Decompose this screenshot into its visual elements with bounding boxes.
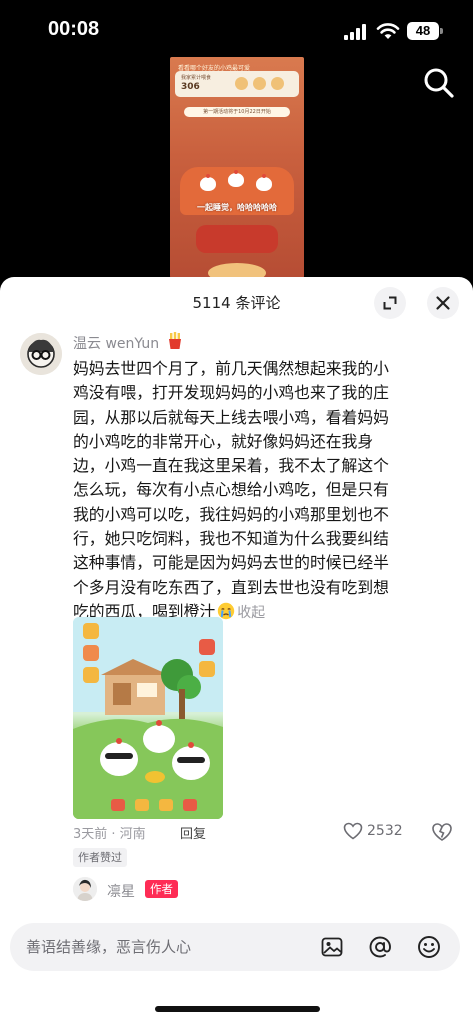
home-indicator[interactable] <box>155 1006 320 1012</box>
broken-heart-icon <box>432 823 452 841</box>
dislike-button[interactable] <box>431 822 453 844</box>
expand-icon <box>383 296 397 310</box>
sofa-illustration <box>196 225 278 253</box>
avatar-portrait-icon <box>20 333 62 375</box>
chick-icon <box>200 174 216 191</box>
status-time: 00:08 <box>48 18 100 40</box>
author-tag: 作者 <box>145 880 178 898</box>
comment-input[interactable] <box>26 923 306 971</box>
mention-icon[interactable] <box>368 935 392 959</box>
status-bar: 00:08 48 <box>0 0 473 60</box>
wifi-icon <box>376 23 400 39</box>
video-banner: 第一期活动将于10月22日开始 <box>184 107 290 117</box>
search-icon[interactable] <box>422 66 456 100</box>
comment-text-line: 这种事情，可能是因为妈妈去世的时候已经半 <box>73 553 389 573</box>
chick-icon <box>228 170 244 187</box>
comment-text: 妈妈去世四个月了，前几天偶然想起来我的小 鸡没有喂，打开发现妈妈的小鸡也来了我的… <box>73 357 457 625</box>
food-orb-icon <box>253 77 266 90</box>
battery-indicator: 48 <box>407 22 439 40</box>
emoji-icon[interactable] <box>417 935 441 959</box>
like-count: 2532 <box>367 823 403 839</box>
comment-username[interactable]: 温云 wenYun <box>73 333 159 353</box>
farm-game-screenshot <box>73 617 223 819</box>
cellular-signal-icon <box>344 24 366 40</box>
video-card-label: 我家累计喂食 <box>181 75 212 81</box>
comment-text-line: 我的小鸡可以吃，我往妈妈的小鸡那里划也不 <box>73 504 389 524</box>
battery-tip <box>440 28 443 34</box>
close-button[interactable] <box>427 287 459 319</box>
food-orb-icon <box>271 77 284 90</box>
chick-icon <box>256 174 272 191</box>
heart-icon <box>343 822 363 840</box>
table-illustration <box>208 263 266 278</box>
video-feed-card: 我家累计喂食 306 <box>175 71 299 97</box>
comment-text-line: 个多月没有吃东西了，直到去世也没有吃到想 <box>73 577 389 597</box>
video-card-value: 306 <box>181 82 200 92</box>
comment-input-bar <box>10 923 460 971</box>
comment-text-line: 的小鸡吃的非常开心，就好像妈妈还在我身 <box>73 431 374 451</box>
comment-meta: 3天前 · 河南 <box>73 827 146 842</box>
reply-avatar[interactable] <box>73 877 97 901</box>
avatar[interactable] <box>20 333 62 375</box>
comment-text-line: 鸡没有喂，打开发现妈妈的小鸡也来了我的庄 <box>73 383 389 403</box>
comment-text-line: 怎么玩，每次有小点心想给小鸡吃，但是只有 <box>73 480 389 500</box>
comment-text-line: 园，从那以后就每天上线去喂小鸡，看着妈妈 <box>73 407 389 427</box>
expand-button[interactable] <box>374 287 406 319</box>
close-icon <box>436 296 450 310</box>
reply-username[interactable]: 凛星 <box>107 881 135 901</box>
comment-text-line: 边，小鸡一直在我这里呆着，我不太了解这个 <box>73 456 389 476</box>
video-thumbnail[interactable]: 看看哪个好友的小鸡最可爱 我家累计喂食 306 第一期活动将于10月22日开始 … <box>170 57 304 278</box>
comment-text-line: 行，她只吃饲料，我也不知道为什么我要纠结 <box>73 529 389 549</box>
comment-image[interactable] <box>73 617 223 819</box>
reply-avatar-portrait-icon <box>73 877 97 901</box>
comment-text-line: 妈妈去世四个月了，前几天偶然想起来我的小 <box>73 359 389 378</box>
video-caption: 一起睡觉，哈哈哈哈哈 <box>197 203 277 212</box>
fries-badge-icon <box>169 332 181 349</box>
reply-button[interactable]: 回复 <box>180 823 206 842</box>
collapse-link[interactable]: 收起 <box>237 605 265 621</box>
image-icon[interactable] <box>320 935 344 959</box>
food-orb-icon <box>235 77 248 90</box>
author-liked-badge: 作者赞过 <box>73 848 127 867</box>
comments-panel: 5114 条评论 温云 wenYun 妈妈去世四个月了，前几天偶然想起来我的小 … <box>0 277 473 1024</box>
